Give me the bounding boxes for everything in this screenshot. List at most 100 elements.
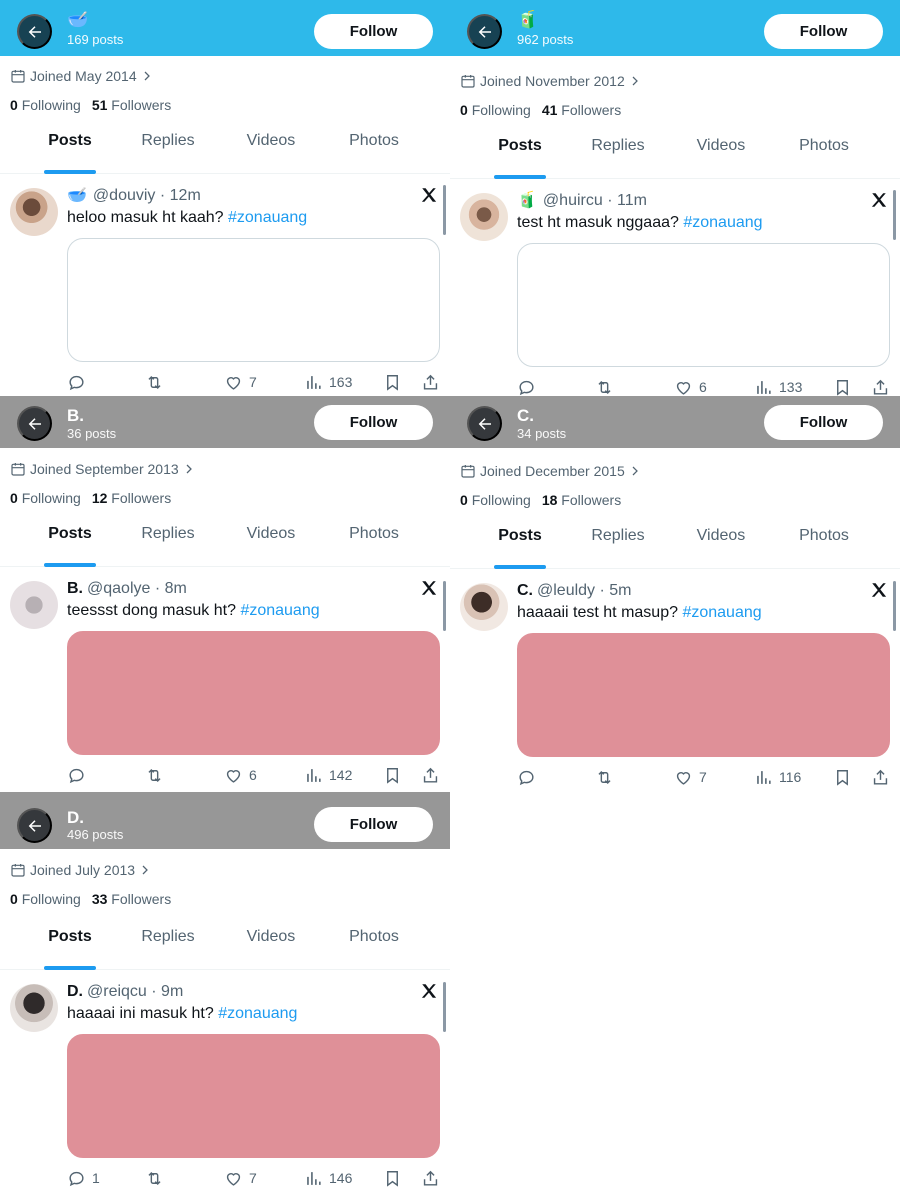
repost-button[interactable] bbox=[595, 768, 674, 787]
follow-button[interactable]: Follow bbox=[314, 14, 433, 49]
tweet-handle[interactable]: @qaolye bbox=[87, 579, 150, 599]
repost-button[interactable] bbox=[595, 378, 674, 397]
tweet-handle[interactable]: @huircu bbox=[543, 191, 603, 211]
scrollbar[interactable] bbox=[443, 581, 446, 631]
back-button[interactable] bbox=[467, 406, 502, 441]
tab-photos[interactable]: Photos bbox=[796, 133, 852, 178]
hashtag-link[interactable]: #zonauang bbox=[682, 604, 761, 621]
reply-button[interactable] bbox=[67, 766, 145, 785]
bookmark-button[interactable] bbox=[383, 766, 421, 785]
back-button[interactable] bbox=[467, 14, 502, 49]
tweet-time[interactable]: · 12m bbox=[160, 186, 201, 206]
tweet-handle[interactable]: @reiqcu bbox=[87, 982, 147, 1002]
repost-button[interactable] bbox=[145, 1169, 224, 1188]
tweet-media[interactable] bbox=[517, 243, 890, 367]
joined-date[interactable]: Joined September 2013 bbox=[10, 459, 450, 479]
follow-button[interactable]: Follow bbox=[764, 405, 883, 440]
tab-videos[interactable]: Videos bbox=[196, 521, 346, 566]
avatar[interactable] bbox=[10, 188, 58, 236]
tab-videos[interactable]: Videos bbox=[196, 128, 346, 173]
scrollbar[interactable] bbox=[893, 581, 896, 631]
scrollbar[interactable] bbox=[443, 185, 446, 235]
bookmark-button[interactable] bbox=[383, 373, 421, 392]
share-button[interactable] bbox=[421, 373, 440, 392]
tab-photos[interactable]: Photos bbox=[796, 523, 852, 568]
tab-replies[interactable]: Replies bbox=[140, 924, 196, 969]
follow-button[interactable]: Follow bbox=[314, 405, 433, 440]
avatar[interactable] bbox=[10, 984, 58, 1032]
joined-date[interactable]: Joined May 2014 bbox=[10, 66, 450, 86]
tab-posts[interactable]: Posts bbox=[450, 523, 590, 568]
following-stat[interactable]: 0 Following bbox=[10, 97, 81, 113]
tab-photos[interactable]: Photos bbox=[346, 924, 402, 969]
tweet[interactable]: 🥣 @douviy · 12m heloo masuk ht kaah? #zo… bbox=[0, 174, 450, 393]
follow-button[interactable]: Follow bbox=[314, 807, 433, 842]
tab-photos[interactable]: Photos bbox=[346, 521, 402, 566]
like-button[interactable]: 6 bbox=[224, 766, 304, 785]
tab-replies[interactable]: Replies bbox=[590, 523, 646, 568]
reply-button[interactable] bbox=[67, 373, 145, 392]
tweet[interactable]: C. @leuldy · 5m haaaaii test ht masup? #… bbox=[450, 569, 900, 788]
back-button[interactable] bbox=[17, 406, 52, 441]
views-button[interactable]: 116 bbox=[754, 768, 833, 787]
tab-posts[interactable]: Posts bbox=[450, 133, 590, 178]
tweet[interactable]: 🧃 @huircu · 11m test ht masuk nggaaa? #z… bbox=[450, 179, 900, 396]
followers-stat[interactable]: 33 Followers bbox=[92, 891, 171, 907]
followers-stat[interactable]: 12 Followers bbox=[92, 490, 171, 506]
share-button[interactable] bbox=[871, 768, 890, 787]
scrollbar[interactable] bbox=[443, 982, 446, 1032]
tab-replies[interactable]: Replies bbox=[140, 521, 196, 566]
hashtag-link[interactable]: #zonauang bbox=[683, 214, 762, 231]
hashtag-link[interactable]: #zonauang bbox=[228, 209, 307, 226]
scrollbar[interactable] bbox=[893, 190, 896, 240]
bookmark-button[interactable] bbox=[833, 378, 871, 397]
avatar[interactable] bbox=[10, 581, 58, 629]
reply-button[interactable] bbox=[517, 378, 595, 397]
like-button[interactable]: 7 bbox=[674, 768, 754, 787]
following-stat[interactable]: 0 Following bbox=[10, 490, 81, 506]
tweet-media[interactable] bbox=[67, 238, 440, 362]
repost-button[interactable] bbox=[145, 373, 224, 392]
like-button[interactable]: 7 bbox=[224, 373, 304, 392]
tweet[interactable]: B. @qaolye · 8m teessst dong masuk ht? #… bbox=[0, 567, 450, 786]
display-name[interactable]: B. bbox=[67, 579, 83, 599]
bookmark-button[interactable] bbox=[383, 1169, 421, 1188]
tab-replies[interactable]: Replies bbox=[140, 128, 196, 173]
followers-stat[interactable]: 41 Followers bbox=[542, 102, 621, 118]
follow-button[interactable]: Follow bbox=[764, 14, 883, 49]
joined-date[interactable]: Joined December 2015 bbox=[460, 461, 900, 481]
reply-button[interactable]: 1 bbox=[67, 1169, 145, 1188]
back-button[interactable] bbox=[17, 14, 52, 49]
following-stat[interactable]: 0 Following bbox=[10, 891, 81, 907]
tab-posts[interactable]: Posts bbox=[0, 521, 140, 566]
views-button[interactable]: 163 bbox=[304, 373, 383, 392]
share-button[interactable] bbox=[421, 766, 440, 785]
tab-posts[interactable]: Posts bbox=[0, 128, 140, 173]
tweet-time[interactable]: · 5m bbox=[600, 581, 632, 601]
reply-button[interactable] bbox=[517, 768, 595, 787]
display-name[interactable]: C. bbox=[517, 581, 533, 601]
views-button[interactable]: 142 bbox=[304, 766, 383, 785]
tab-videos[interactable]: Videos bbox=[646, 133, 796, 178]
tab-videos[interactable]: Videos bbox=[646, 523, 796, 568]
tweet-media[interactable] bbox=[67, 631, 440, 755]
following-stat[interactable]: 0 Following bbox=[460, 492, 531, 508]
back-button[interactable] bbox=[17, 808, 52, 843]
display-name[interactable]: D. bbox=[67, 982, 83, 1002]
joined-date[interactable]: Joined July 2013 bbox=[10, 860, 450, 880]
avatar[interactable] bbox=[460, 583, 508, 631]
repost-button[interactable] bbox=[145, 766, 224, 785]
followers-stat[interactable]: 51 Followers bbox=[92, 97, 171, 113]
share-button[interactable] bbox=[871, 378, 890, 397]
tweet-time[interactable]: · 11m bbox=[607, 191, 647, 211]
like-button[interactable]: 7 bbox=[224, 1169, 304, 1188]
tab-posts[interactable]: Posts bbox=[0, 924, 140, 969]
views-button[interactable]: 146 bbox=[304, 1169, 383, 1188]
tab-photos[interactable]: Photos bbox=[346, 128, 402, 173]
tweet-time[interactable]: · 8m bbox=[155, 579, 187, 599]
joined-date[interactable]: Joined November 2012 bbox=[460, 71, 900, 91]
tweet-handle[interactable]: @douviy bbox=[93, 186, 156, 206]
tweet-time[interactable]: · 9m bbox=[151, 982, 183, 1002]
avatar[interactable] bbox=[460, 193, 508, 241]
tab-videos[interactable]: Videos bbox=[196, 924, 346, 969]
